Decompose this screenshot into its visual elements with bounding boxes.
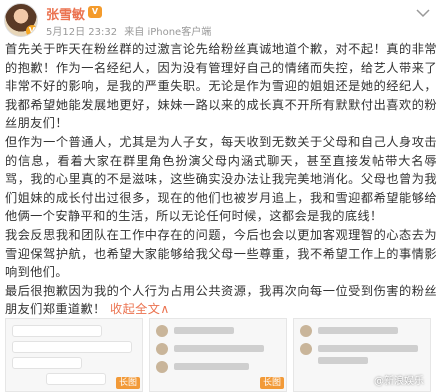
post-paragraph: 我会反思我和团队在工作中存在的问题，今后也会以更加客观理智的心态去为雪迎保驾护航… [5,227,437,280]
avatar[interactable]: V [4,3,38,37]
watermark: @新浪娱乐 [374,376,424,387]
chevron-up-icon: ∧ [160,302,170,317]
avatar-icon [156,361,168,373]
post-meta: 5月12日 23:32 来自 iPhone客户端 [46,23,211,38]
chat-line [318,327,398,334]
chat-bubble [12,357,82,369]
avatar-icon [156,343,168,355]
post-body: 首先关于昨天在粉丝群的过激言论先给粉丝真诚地道个歉，对不起！真的非常的抱歉！作为… [5,40,437,319]
post-paragraph: 最后很抱歉因为我的个人行为占用公共资源，我再次向每一位受到伤害的粉丝朋友们郑重道… [5,282,437,319]
chat-line [318,357,368,364]
author-name[interactable]: 张雪敏 [46,4,85,23]
chat-bubble [46,373,106,385]
avatar-icon [300,343,312,355]
chevron-down-icon[interactable] [416,8,430,18]
post-date[interactable]: 5月12日 23:32 [46,27,117,38]
chat-line [174,345,264,352]
post-paragraph: 首先关于昨天在粉丝群的过激言论先给粉丝真诚地道个歉，对不起！真的非常的抱歉！作为… [5,42,437,131]
chat-line [318,345,418,352]
avatar-icon [300,325,312,337]
long-image-tag: 长图 [259,377,284,389]
verified-badge-icon: V [26,25,37,36]
collapse-label: 收起全文 [109,302,161,317]
post-header: V 张雪敏 V 5月12日 23:32 来自 iPhone客户端 [0,0,440,40]
chat-line [174,327,234,334]
post-paragraph: 但作为一个普通人，尤其是为人子女，每天收到无数关于父母和自己人身攻击的信息，看着… [5,134,437,224]
image-thumbnail[interactable]: 长图 [5,318,143,392]
image-thumbnail[interactable]: 长图 [149,318,287,392]
collapse-button[interactable]: 收起全文∧ [110,302,170,316]
long-image-tag: 长图 [115,377,140,389]
avatar-icon [156,325,168,337]
post-source: 来自 iPhone客户端 [124,27,212,38]
image-gallery: 长图 长图 @新浪娱乐 [5,318,437,392]
chat-line [174,363,249,370]
chat-bubble [12,341,132,353]
chat-bubble [12,325,102,337]
image-thumbnail[interactable]: @新浪娱乐 [293,318,431,392]
post-paragraph-text: 最后很抱歉因为我的个人行为占用公共资源，我再次向每一位受到伤害的粉丝朋友们郑重道… [5,283,437,317]
vip-badge-icon: V [88,6,102,18]
